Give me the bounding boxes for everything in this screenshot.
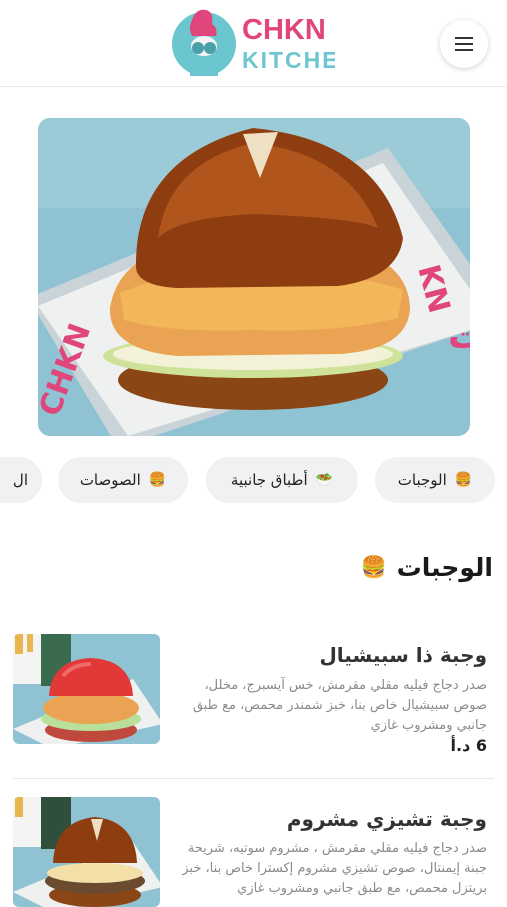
hamburger-icon bbox=[455, 37, 473, 51]
menu-item-title: وجبة تشيزي مشروم bbox=[286, 807, 487, 831]
menu-item-card[interactable]: وجبة تشيزي مشروم صدر دجاج فيليه مقلي مقر… bbox=[0, 793, 507, 907]
category-label: أطباق جانبية bbox=[230, 471, 308, 489]
menu-item-image bbox=[13, 797, 160, 907]
menu-item-card[interactable]: وجبة ذا سبيشيال صدر دجاج فيليه مقلي مقرم… bbox=[0, 630, 507, 760]
category-label: الصوصات bbox=[79, 471, 141, 489]
category-chip-sauces[interactable]: 🍔 الصوصات bbox=[58, 457, 188, 503]
logo-word-chkn: CHKN bbox=[242, 14, 326, 46]
app-header: CHKN KITCHEN bbox=[0, 0, 507, 87]
menu-item-image bbox=[13, 634, 160, 744]
burger-icon: 🍔 bbox=[360, 555, 387, 579]
category-label: ال bbox=[12, 471, 28, 489]
menu-item-title: وجبة ذا سبيشيال bbox=[319, 643, 487, 667]
category-chip-more[interactable]: ال bbox=[0, 457, 42, 503]
section-title: الوجبات 🍔 bbox=[360, 553, 493, 582]
logo-word-kitchen: KITCHEN bbox=[242, 47, 335, 73]
menu-item-description: صدر دجاج فيليه مقلي مقرمش ، مشروم سوتيه،… bbox=[182, 841, 487, 896]
section-title-text: الوجبات bbox=[396, 553, 493, 582]
burger-icon: 🍔 bbox=[454, 472, 473, 488]
burger-icon: 🍔 bbox=[148, 472, 167, 488]
chkn-kitchen-logo[interactable]: CHKN KITCHEN bbox=[170, 6, 356, 76]
item-divider bbox=[13, 778, 494, 779]
category-chip-side-dishes[interactable]: 🥗 أطباق جانبية bbox=[206, 457, 358, 503]
category-label: الوجبات bbox=[397, 471, 447, 489]
menu-item-description: صدر دجاج فيليه مقلي مقرمش، خس آيسبرج، مخ… bbox=[192, 678, 487, 733]
menu-button[interactable] bbox=[440, 20, 488, 68]
hero-burger-image: KN CHKN ت bbox=[38, 118, 470, 436]
category-tabs: 🍔 الوجبات 🥗 أطباق جانبية 🍔 الصوصات ال bbox=[0, 455, 507, 507]
menu-item-price: 6 د.أ bbox=[450, 736, 487, 755]
svg-text:ت: ت bbox=[448, 316, 470, 357]
salad-icon: 🥗 bbox=[315, 472, 334, 488]
category-chip-meals[interactable]: 🍔 الوجبات bbox=[375, 457, 495, 503]
